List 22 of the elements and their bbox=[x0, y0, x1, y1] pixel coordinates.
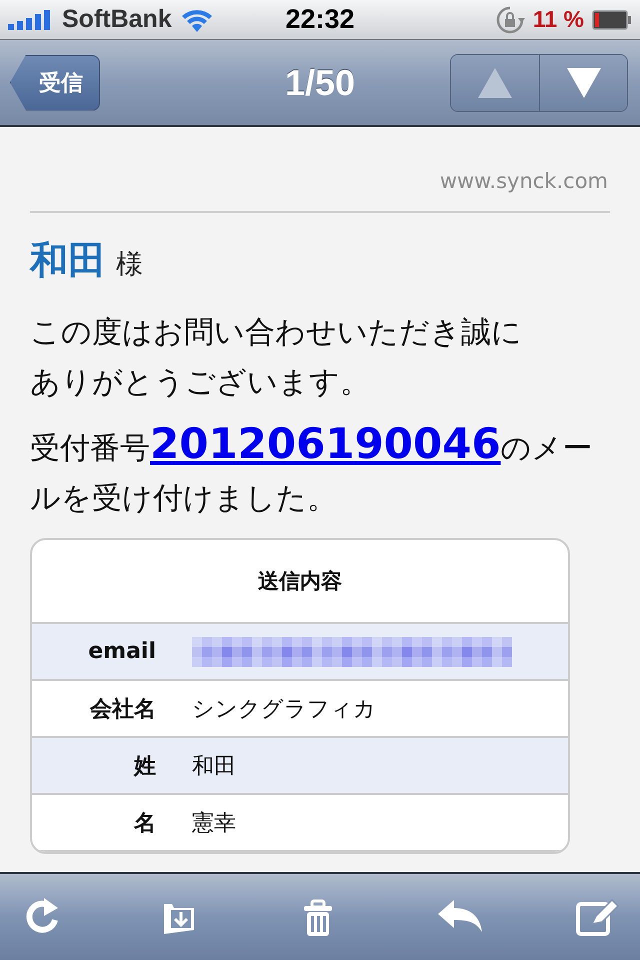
honorific: 様 bbox=[116, 248, 143, 282]
field-value: 和田 bbox=[192, 752, 236, 780]
compose-icon bbox=[574, 896, 622, 938]
back-button[interactable]: 受信 bbox=[10, 54, 100, 110]
field-label: 会社名 bbox=[88, 696, 156, 724]
field-label: 名 bbox=[132, 810, 156, 838]
message-counter: 1/50 bbox=[284, 62, 356, 104]
battery-icon bbox=[592, 10, 632, 30]
field-value: 憲幸 bbox=[192, 810, 236, 838]
field-label: email bbox=[87, 639, 156, 664]
field-label: 姓 bbox=[132, 752, 156, 780]
battery-percent: 11 % bbox=[532, 6, 584, 33]
source-url: www.synck.com bbox=[438, 169, 609, 193]
down-triangle-icon bbox=[566, 68, 600, 98]
field-value: シンクグラフィカ bbox=[192, 696, 376, 724]
rotation-lock-icon bbox=[494, 4, 525, 34]
clock-time: 22:32 bbox=[284, 4, 356, 35]
recipient-name: 和田 bbox=[30, 237, 106, 284]
next-button[interactable] bbox=[539, 54, 627, 110]
up-triangle-icon bbox=[478, 68, 512, 98]
carrier-name: SoftBank bbox=[62, 5, 172, 34]
greeting-text: この度はお問い合わせいただき誠にありがとうございます。 bbox=[30, 314, 523, 402]
